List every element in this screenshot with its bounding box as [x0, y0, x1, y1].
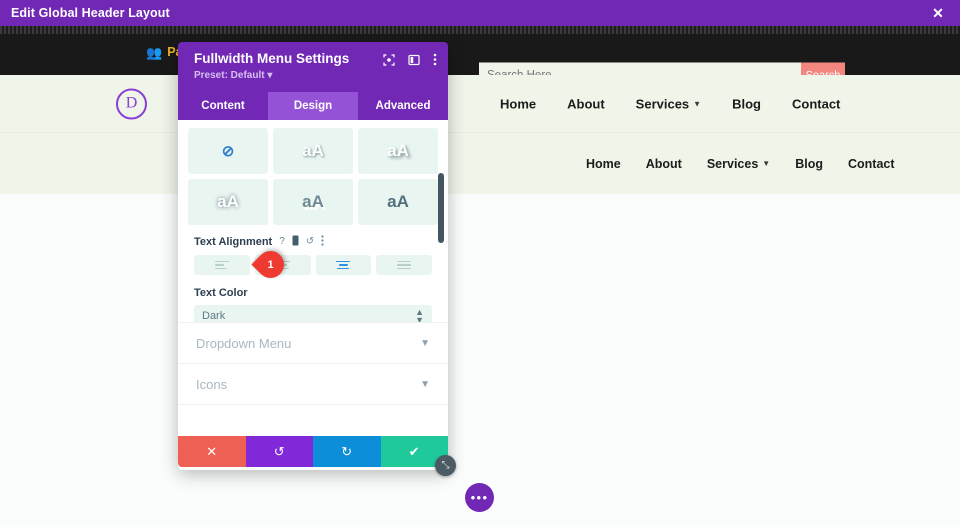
modal-body: ⊘ aA aA aA aA aA Text Alignment ? ↺ 1 Te… [178, 120, 448, 436]
redo-button[interactable]: ↻ [313, 436, 381, 467]
text-shadow-grid: ⊘ aA aA aA aA aA [178, 120, 448, 229]
help-icon[interactable]: ? [279, 237, 285, 247]
chevron-down-icon: ▼ [420, 378, 430, 390]
align-center-button[interactable] [315, 255, 372, 275]
modal-tabs: Content Design Advanced [178, 92, 448, 120]
modal-footer: ✕ ↺ ↻ ✔ [178, 436, 448, 467]
text-shadow-option-none[interactable]: ⊘ [188, 128, 268, 174]
responsive-phone-icon[interactable] [292, 235, 299, 249]
text-color-label-row: Text Color [194, 287, 432, 299]
text-shadow-option-5[interactable]: aA [358, 179, 438, 225]
site-body [0, 194, 960, 527]
nav-item-contact[interactable]: Contact [792, 96, 840, 111]
chevron-down-icon: ▼ [762, 159, 771, 168]
window-title: Edit Global Header Layout [11, 6, 170, 20]
align-justify-icon [397, 260, 412, 270]
text-color-label: Text Color [194, 287, 248, 299]
cancel-button[interactable]: ✕ [178, 436, 246, 467]
focus-icon[interactable] [383, 53, 395, 66]
align-center-alt-icon [275, 260, 290, 270]
chevron-down-icon: ▼ [420, 337, 430, 349]
text-shadow-option-3[interactable]: aA [188, 179, 268, 225]
align-center-icon [336, 260, 351, 270]
text-color-value: Dark [202, 310, 226, 322]
text-color-field: Text Color Dark ▲ ▼ [178, 275, 448, 327]
modal-header-icons [383, 53, 437, 66]
align-justify-button[interactable] [376, 255, 432, 275]
subnav-item-blog[interactable]: Blog [795, 157, 823, 171]
modal-scrollbar[interactable] [438, 173, 444, 243]
window-titlebar: Edit Global Header Layout ✕ [0, 0, 960, 26]
nav-item-blog[interactable]: Blog [732, 96, 761, 111]
site-subheader: Home About Services ▼ Blog Contact [0, 132, 960, 194]
modal-header: Fullwidth Menu Settings Preset: Default … [178, 42, 448, 92]
app-root: Edit Global Header Layout ✕ 👥 Pa Search … [0, 0, 960, 527]
close-window-button[interactable]: ✕ [916, 0, 960, 26]
more-vertical-icon[interactable] [433, 53, 437, 66]
subnav-item-contact[interactable]: Contact [848, 157, 895, 171]
modal-preset-selector[interactable]: Preset: Default ▾ [194, 70, 435, 81]
site-preview: 👥 Pa Search D Home About Services▼ Blog … [0, 34, 960, 527]
tab-content[interactable]: Content [178, 92, 268, 120]
align-left-icon [214, 260, 229, 270]
subnav-item-about[interactable]: About [646, 157, 682, 171]
hatched-divider [0, 26, 960, 34]
text-shadow-option-4[interactable]: aA [273, 179, 353, 225]
text-alignment-label-row: Text Alignment ? ↺ [194, 235, 432, 249]
topbar-notice: 👥 Pa [146, 45, 182, 59]
accordion-spacer [178, 404, 448, 436]
nav-item-about[interactable]: About [567, 96, 605, 111]
tab-design[interactable]: Design [268, 92, 358, 120]
text-shadow-option-2[interactable]: aA [358, 128, 438, 174]
reset-icon[interactable]: ↺ [306, 237, 314, 247]
tab-advanced[interactable]: Advanced [358, 92, 448, 120]
text-shadow-option-1[interactable]: aA [273, 128, 353, 174]
accordion-icons[interactable]: Icons ▼ [178, 363, 448, 404]
subnav-item-home[interactable]: Home [586, 157, 621, 171]
align-center-alt-button[interactable] [254, 255, 311, 275]
settings-modal: Fullwidth Menu Settings Preset: Default … [178, 42, 456, 476]
people-icon: 👥 [146, 44, 163, 60]
secondary-nav: Home About Services ▼ Blog Contact [586, 157, 895, 171]
undo-button[interactable]: ↺ [245, 436, 313, 467]
split-panel-icon[interactable] [408, 54, 420, 66]
divi-logo: D [116, 88, 147, 119]
accordion-dropdown-menu[interactable]: Dropdown Menu ▼ [178, 322, 448, 363]
more-options-icon[interactable] [321, 235, 324, 249]
chevron-down-icon: ▼ [693, 99, 702, 108]
align-left-button[interactable] [194, 255, 250, 275]
subnav-item-services[interactable]: Services ▼ [707, 157, 770, 171]
accordion-dropdown-menu-label: Dropdown Menu [196, 335, 292, 351]
modal-resize-handle[interactable]: ⤡ [435, 455, 456, 476]
text-alignment-label: Text Alignment [194, 236, 273, 248]
text-alignment-options: 1 [194, 245, 432, 284]
nav-item-services[interactable]: Services ▼ [636, 96, 701, 111]
page-settings-fab[interactable]: ••• [465, 483, 494, 512]
accordion-icons-label: Icons [196, 376, 228, 392]
text-alignment-field: Text Alignment ? ↺ 1 [178, 229, 448, 284]
site-topbar: 👥 Pa Search [0, 34, 960, 88]
primary-nav: Home About Services ▼ Blog Contact [500, 96, 840, 111]
site-header: D Home About Services ▼ Blog Contact [0, 75, 960, 132]
nav-item-home[interactable]: Home [500, 96, 536, 111]
